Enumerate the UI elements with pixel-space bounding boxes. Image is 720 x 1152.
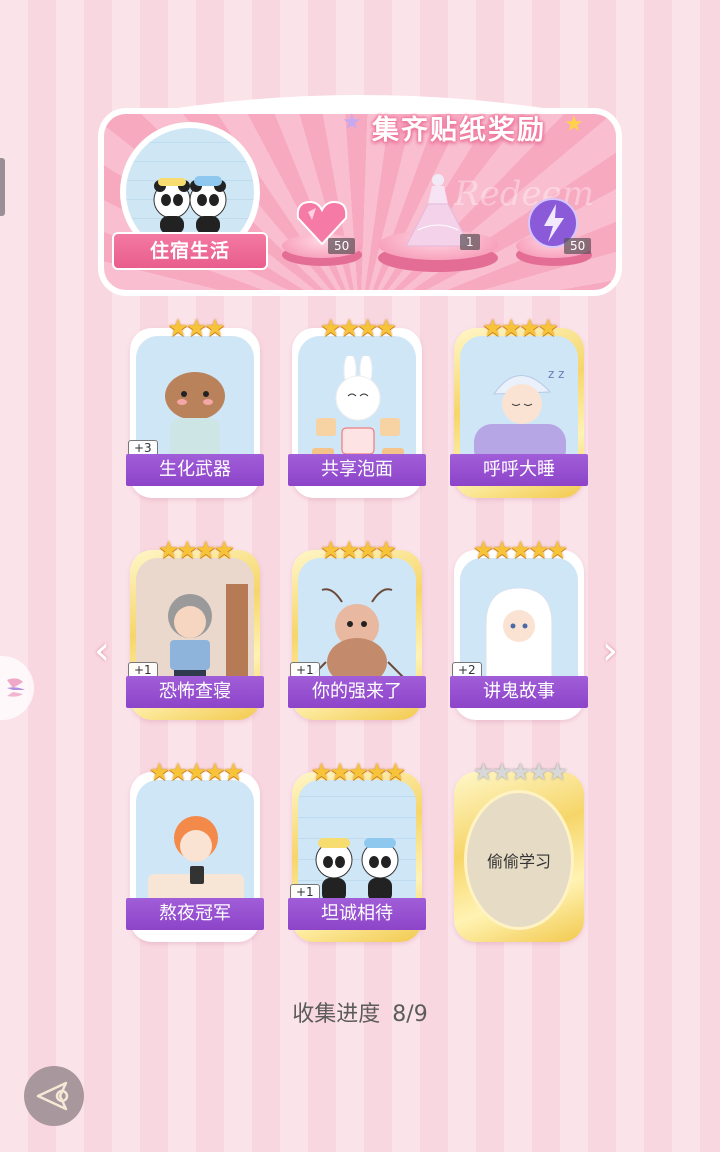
reward-count: 1 <box>460 234 480 250</box>
side-handle[interactable] <box>0 158 5 216</box>
card-name: 恐怖查寝 <box>126 676 264 708</box>
rating-stars: ★★★★★ <box>148 758 245 786</box>
sticker-card[interactable]: ★★★★★ +1 坦诚相待 <box>288 758 426 942</box>
dorm-label: 住宿生活 <box>112 232 268 270</box>
back-arrow-icon <box>36 1081 69 1111</box>
prev-page-arrow-icon[interactable]: ‹ <box>94 628 110 674</box>
fan-button[interactable] <box>0 656 34 720</box>
rating-stars: ★★★★ <box>157 536 235 564</box>
rating-stars: ★★★ <box>167 314 226 342</box>
rating-stars: ★★★★ <box>319 314 397 342</box>
rating-stars: ★★★★★ <box>310 758 407 786</box>
card-name: 共享泡面 <box>288 454 426 486</box>
rating-stars: ★★★★ <box>481 314 559 342</box>
reward-count: 50 <box>564 238 592 254</box>
star-deco-icon: ★ <box>342 110 362 135</box>
card-name: 讲鬼故事 <box>450 676 588 708</box>
rating-stars: ★★★★★ <box>472 536 569 564</box>
fan-icon <box>7 678 25 697</box>
sticker-card[interactable]: ★★★★★ 熬夜冠军 <box>126 758 264 942</box>
locked-card-icon: 偷偷学习 <box>464 790 574 930</box>
rating-stars: ★★★★★ <box>472 758 569 786</box>
reward-banner: Redeem ★ ★ 集齐贴纸奖励 住宿生活 50 1 50 <box>98 80 622 296</box>
svg-text:z z: z z <box>548 367 564 381</box>
reward-count: 50 <box>328 238 356 254</box>
back-button[interactable] <box>24 1066 84 1126</box>
card-name: 生化武器 <box>126 454 264 486</box>
sticker-card[interactable]: ★★★★ 共享泡面 <box>288 314 426 498</box>
sticker-card[interactable]: ★★★★ +1 恐怖查寝 <box>126 536 264 720</box>
next-page-arrow-icon[interactable]: › <box>602 628 618 674</box>
card-name: 坦诚相待 <box>288 898 426 930</box>
sticker-card[interactable]: ★★★★★ +2 讲鬼故事 <box>450 536 588 720</box>
progress-value: 8/9 <box>392 1002 428 1027</box>
sticker-card[interactable]: ★★★ +3 生化武器 <box>126 314 264 498</box>
card-name: 偷偷学习 <box>486 852 551 871</box>
sticker-card[interactable]: z z ★★★★ 呼呼大睡 <box>450 314 588 498</box>
collection-progress: 收集进度 8/9 <box>0 996 720 1028</box>
card-name: 呼呼大睡 <box>450 454 588 486</box>
card-name: 你的强来了 <box>288 676 426 708</box>
rating-stars: ★★★★ <box>319 536 397 564</box>
progress-label: 收集进度 <box>292 1002 381 1027</box>
sticker-card-locked[interactable]: ★★★★★ 偷偷学习 <box>454 758 584 942</box>
banner-title: 集齐贴纸奖励 <box>372 115 546 146</box>
star-deco-icon: ★ <box>564 112 584 137</box>
card-name: 熬夜冠军 <box>126 898 264 930</box>
sticker-card[interactable]: ★★★★ +1 你的强来了 <box>288 536 426 720</box>
